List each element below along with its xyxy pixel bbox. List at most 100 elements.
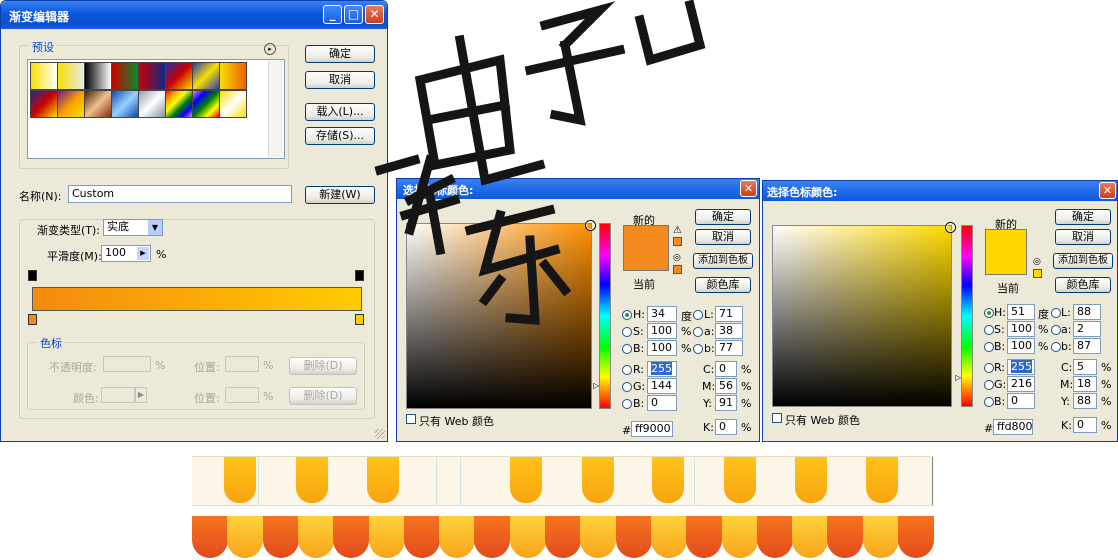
l-radio[interactable] [1051, 308, 1061, 318]
yellow-tab [367, 457, 399, 503]
color-field[interactable] [772, 225, 952, 407]
preset-swatch[interactable] [111, 62, 139, 90]
hex-label: # [622, 424, 632, 437]
color-swatch-input[interactable] [101, 387, 135, 403]
picker-titlebar[interactable]: 选择色标颜色: ✕ [763, 181, 1117, 201]
yellow-tab [582, 457, 614, 503]
yellow-tab [224, 457, 256, 503]
yellow-tab [862, 516, 899, 558]
web-only-checkbox[interactable] [406, 414, 416, 424]
m-label: M: [702, 380, 716, 393]
y-input[interactable]: 91 [715, 395, 737, 411]
preset-swatch[interactable] [84, 90, 112, 118]
m-unit: % [1101, 378, 1112, 391]
y-label: Y: [1061, 395, 1070, 408]
a-radio[interactable] [1051, 325, 1061, 335]
preset-swatch[interactable] [30, 62, 58, 90]
orange-tab [898, 516, 934, 558]
yellow-tab [510, 457, 542, 503]
current-color-label: 当前 [997, 282, 1019, 295]
preset-swatch[interactable] [57, 62, 85, 90]
resize-grip-icon[interactable] [375, 429, 385, 439]
preset-swatch[interactable] [57, 90, 85, 118]
preset-swatch[interactable] [165, 90, 193, 118]
s-radio[interactable] [984, 325, 994, 335]
delete-color-stop-button[interactable]: 删除(D) [289, 387, 357, 405]
r-input[interactable]: 255 [1007, 359, 1035, 375]
watermark-stroke [464, 204, 572, 325]
opacity-input[interactable] [103, 356, 151, 372]
y-unit: % [741, 397, 752, 410]
orange-tab [615, 516, 652, 558]
k-input[interactable]: 0 [715, 419, 737, 435]
color-stop-left[interactable] [28, 314, 37, 325]
g-radio[interactable] [984, 380, 994, 390]
preset-swatch[interactable] [84, 62, 112, 90]
b-input[interactable]: 100 [1007, 338, 1035, 354]
color-position-input[interactable] [225, 387, 259, 403]
c-input[interactable]: 5 [1073, 359, 1097, 375]
blue-input[interactable]: 0 [1007, 393, 1035, 409]
hue-slider[interactable] [961, 225, 973, 407]
blue-radio[interactable] [984, 397, 994, 407]
color-arrow-icon[interactable]: ▶ [135, 387, 147, 403]
m-label: M: [1060, 378, 1074, 391]
smoothness-input[interactable]: 100 ▶ [101, 245, 151, 262]
hex-input[interactable]: ff9000 [631, 421, 673, 437]
opacity-unit: % [155, 359, 166, 372]
h-radio[interactable] [984, 308, 994, 318]
blue-input[interactable]: 0 [647, 395, 677, 411]
preset-swatch[interactable] [30, 90, 58, 118]
g-input[interactable]: 216 [1007, 376, 1035, 392]
hex-input[interactable]: ffd800 [993, 419, 1033, 435]
m-input[interactable]: 56 [715, 378, 737, 394]
add-to-swatches-button[interactable]: 添加到色板 [1053, 253, 1113, 269]
web-only-label: 只有 Web 颜色 [785, 414, 860, 427]
web-safe-icon[interactable]: ◎ [1033, 257, 1041, 267]
h-label: H: [994, 306, 1006, 319]
b-unit: % [1038, 340, 1049, 353]
hue-slider-handle[interactable]: ▷ [955, 373, 961, 382]
orange-tab [262, 516, 299, 558]
chevron-down-icon[interactable]: ▼ [148, 220, 162, 235]
l-input[interactable]: 88 [1073, 304, 1101, 320]
s-input[interactable]: 100 [1007, 321, 1035, 337]
a-input[interactable]: 2 [1073, 321, 1101, 337]
cancel-button[interactable]: 取消 [1055, 229, 1111, 245]
opacity-stop-left[interactable] [28, 270, 37, 281]
lab-b-input[interactable]: 87 [1073, 338, 1101, 354]
blue-radio[interactable] [622, 399, 632, 409]
m-input[interactable]: 18 [1073, 376, 1097, 392]
color-libraries-button[interactable]: 颜色库 [1055, 277, 1111, 293]
orange-tab [686, 516, 723, 558]
chevron-right-icon[interactable]: ▶ [137, 247, 149, 260]
strip-divider [258, 457, 259, 505]
orange-tab [333, 516, 370, 558]
g-input[interactable]: 144 [647, 378, 677, 394]
hue-slider-handle[interactable]: ▷ [593, 381, 599, 390]
close-icon[interactable]: ✕ [1099, 182, 1116, 199]
b-radio[interactable] [984, 342, 994, 352]
watermark-stroke [634, 0, 706, 66]
lab-b-radio[interactable] [1051, 342, 1061, 352]
ok-button[interactable]: 确定 [1055, 209, 1111, 225]
yellow-tab [721, 516, 758, 558]
g-radio[interactable] [622, 382, 632, 392]
h-input[interactable]: 51 [1007, 304, 1035, 320]
preset-swatch[interactable] [165, 62, 193, 90]
r-radio[interactable] [984, 363, 994, 373]
web-only-checkbox[interactable] [772, 413, 782, 423]
preset-swatch[interactable] [138, 62, 166, 90]
preset-swatch[interactable] [111, 90, 139, 118]
web-safe-swatch[interactable] [1033, 269, 1042, 278]
preset-swatch[interactable] [138, 90, 166, 118]
y-input[interactable]: 88 [1073, 393, 1097, 409]
k-input[interactable]: 0 [1073, 417, 1097, 433]
h-unit: 度 [1038, 308, 1049, 321]
color-field-marker[interactable] [946, 223, 955, 232]
g-label: G: [633, 380, 646, 393]
orange-tab [403, 516, 440, 558]
k-unit: % [741, 421, 752, 434]
orange-tab [545, 516, 581, 558]
gradient-type-select[interactable]: 实底 ▼ [103, 219, 163, 236]
